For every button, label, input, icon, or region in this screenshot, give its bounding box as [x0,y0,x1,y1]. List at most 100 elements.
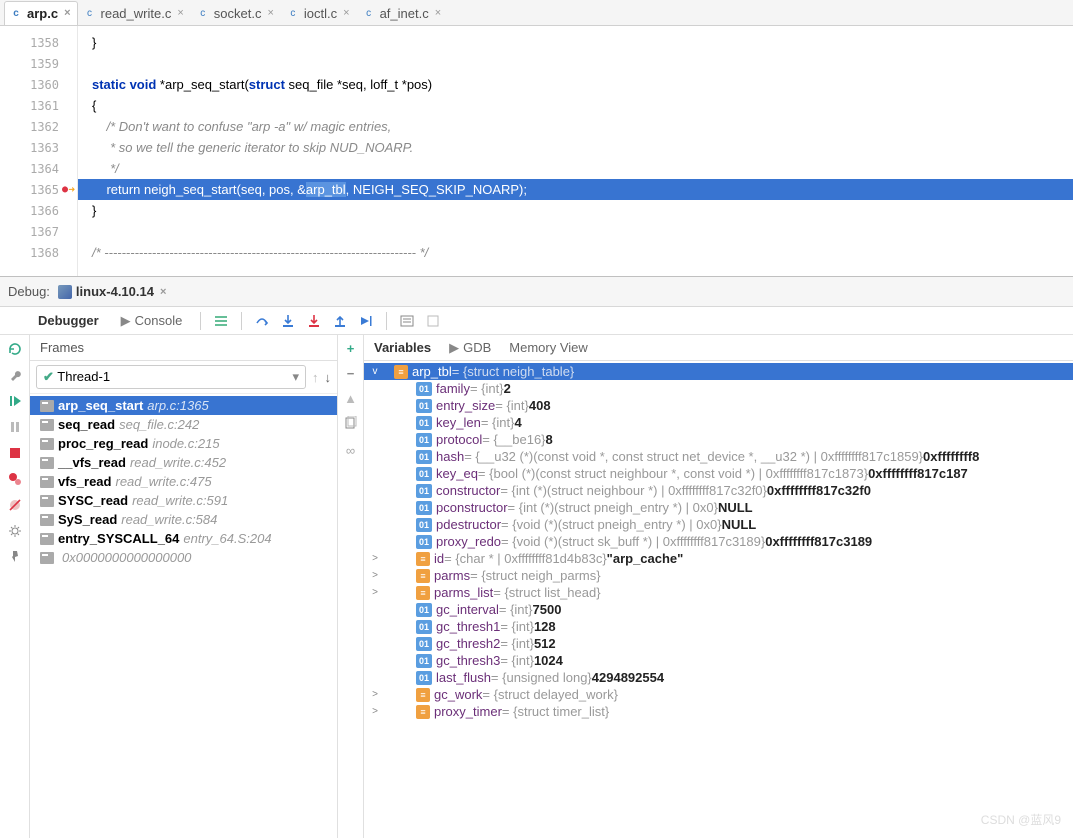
line-number[interactable]: 1365 [0,179,77,200]
resume-icon[interactable] [7,393,23,409]
add-watch-icon[interactable]: + [347,341,355,356]
close-icon[interactable]: × [343,7,349,19]
up-icon[interactable]: ▲ [344,391,357,406]
close-icon[interactable]: × [435,7,441,19]
stack-frame[interactable]: entry_SYSCALL_64 entry_64.S:204 [30,529,337,548]
stack-frame[interactable]: __vfs_read read_write.c:452 [30,453,337,472]
variables-tree[interactable]: varp_tbl = {struct neigh_table}01family … [364,361,1073,838]
line-number[interactable]: 1368 [0,242,77,263]
variable-row[interactable]: 01gc_thresh1 = {int} 128 [364,618,1073,635]
variable-row[interactable]: 01key_len = {int} 4 [364,414,1073,431]
variable-row[interactable]: 01hash = {__u32 (*)(const void *, const … [364,448,1073,465]
view-breakpoints-icon[interactable] [7,471,23,487]
variable-row[interactable]: 01entry_size = {int} 408 [364,397,1073,414]
variable-row[interactable]: >parms = {struct neigh_parms} [364,567,1073,584]
tab-memory[interactable]: Memory View [509,340,588,355]
line-number[interactable]: 1364 [0,158,77,179]
copy-icon[interactable] [344,416,358,433]
stack-frame[interactable]: SyS_read read_write.c:584 [30,510,337,529]
stack-frame[interactable]: arp_seq_start arp.c:1365 [30,396,337,415]
pin-icon[interactable] [7,549,23,565]
debug-label: Debug: [8,284,50,299]
stack-frame[interactable]: 0x0000000000000000 [30,548,337,567]
line-number[interactable]: 1366 [0,200,77,221]
next-frame-icon[interactable]: ↓ [325,370,332,385]
thread-dropdown[interactable]: ✔ Thread-1 ▾ [36,365,306,389]
rerun-icon[interactable] [7,341,23,357]
stop-icon[interactable] [7,445,23,461]
variable-row[interactable]: 01key_eq = {bool (*)(const struct neighb… [364,465,1073,482]
variable-row[interactable]: 01gc_thresh2 = {int} 512 [364,635,1073,652]
frames-list[interactable]: arp_seq_start arp.c:1365 seq_read seq_fi… [30,394,337,838]
tab-debugger[interactable]: Debugger [32,311,105,330]
variable-row[interactable]: 01constructor = {int (*)(struct neighbou… [364,482,1073,499]
code-line[interactable]: } [78,200,1073,221]
code-line[interactable] [78,221,1073,242]
variable-row[interactable]: >proxy_timer = {struct timer_list} [364,703,1073,720]
variable-row[interactable]: 01gc_interval = {int} 7500 [364,601,1073,618]
remove-watch-icon[interactable]: − [347,366,355,381]
code-area[interactable]: } static void *arp_seq_start(struct seq_f… [78,26,1073,276]
close-icon[interactable]: × [160,286,166,298]
code-line[interactable]: */ [78,158,1073,179]
code-line[interactable]: /* Don't want to confuse "arp -a" w/ mag… [78,116,1073,137]
show-execution-point-icon[interactable] [213,313,229,329]
code-line[interactable]: * so we tell the generic iterator to ski… [78,137,1073,158]
stack-frame[interactable]: vfs_read read_write.c:475 [30,472,337,491]
run-to-cursor-icon[interactable] [358,313,374,329]
frames-title: Frames [30,335,337,361]
step-into-icon[interactable] [280,313,296,329]
variable-row[interactable]: 01pdestructor = {void (*)(struct pneigh_… [364,516,1073,533]
line-number[interactable]: 1361 [0,95,77,116]
variable-row[interactable]: 01gc_thresh3 = {int} 1024 [364,652,1073,669]
link-icon[interactable]: ∞ [346,443,355,458]
variable-row[interactable]: >parms_list = {struct list_head} [364,584,1073,601]
step-over-icon[interactable] [254,313,270,329]
variable-row[interactable]: >gc_work = {struct delayed_work} [364,686,1073,703]
step-out-icon[interactable] [332,313,348,329]
code-line[interactable]: { [78,95,1073,116]
wrench-icon[interactable] [7,367,23,383]
line-number[interactable]: 1367 [0,221,77,242]
editor-tab[interactable]: arp.c× [4,1,78,25]
force-step-into-icon[interactable] [306,313,322,329]
mute-breakpoints-icon[interactable] [7,497,23,513]
stack-frame[interactable]: SYSC_read read_write.c:591 [30,491,337,510]
gear-icon[interactable] [7,523,23,539]
editor-tab[interactable]: socket.c× [191,1,281,25]
variable-row[interactable]: 01last_flush = {unsigned long} 429489255… [364,669,1073,686]
code-line[interactable]: return neigh_seq_start(seq, pos, &arp_tb… [78,179,1073,200]
close-icon[interactable]: × [267,7,273,19]
code-line[interactable]: /* -------------------------------------… [78,242,1073,263]
variable-row[interactable]: varp_tbl = {struct neigh_table} [364,363,1073,380]
close-icon[interactable]: × [64,7,70,19]
pause-icon[interactable] [7,419,23,435]
tab-variables[interactable]: Variables [374,340,431,355]
code-line[interactable]: static void *arp_seq_start(struct seq_fi… [78,74,1073,95]
tab-console[interactable]: ▶ Console [115,311,189,331]
line-number[interactable]: 1362 [0,116,77,137]
settings-icon[interactable] [425,313,441,329]
editor-tab[interactable]: ioctl.c× [281,1,357,25]
variable-row[interactable]: 01protocol = {__be16} 8 [364,431,1073,448]
line-number[interactable]: 1358 [0,32,77,53]
line-number[interactable]: 1363 [0,137,77,158]
line-number[interactable]: 1359 [0,53,77,74]
code-line[interactable]: } [78,32,1073,53]
variable-row[interactable]: 01proxy_redo = {void (*)(struct sk_buff … [364,533,1073,550]
variable-row[interactable]: 01family = {int} 2 [364,380,1073,397]
editor-tab[interactable]: af_inet.c× [357,1,449,25]
line-number[interactable]: 1360 [0,74,77,95]
close-icon[interactable]: × [177,7,183,19]
stack-frame[interactable]: seq_read seq_file.c:242 [30,415,337,434]
prev-frame-icon[interactable]: ↑ [312,370,319,385]
tab-gdb[interactable]: ▶ GDB [449,340,491,356]
primitive-badge-icon: 01 [416,518,432,532]
variable-row[interactable]: >id = {char * | 0xffffffff81d4b83c} "arp… [364,550,1073,567]
variable-row[interactable]: 01pconstructor = {int (*)(struct pneigh_… [364,499,1073,516]
run-config[interactable]: linux-4.10.14× [58,284,166,299]
code-line[interactable] [78,53,1073,74]
stack-frame[interactable]: proc_reg_read inode.c:215 [30,434,337,453]
evaluate-icon[interactable] [399,313,415,329]
editor-tab[interactable]: read_write.c× [78,1,191,25]
